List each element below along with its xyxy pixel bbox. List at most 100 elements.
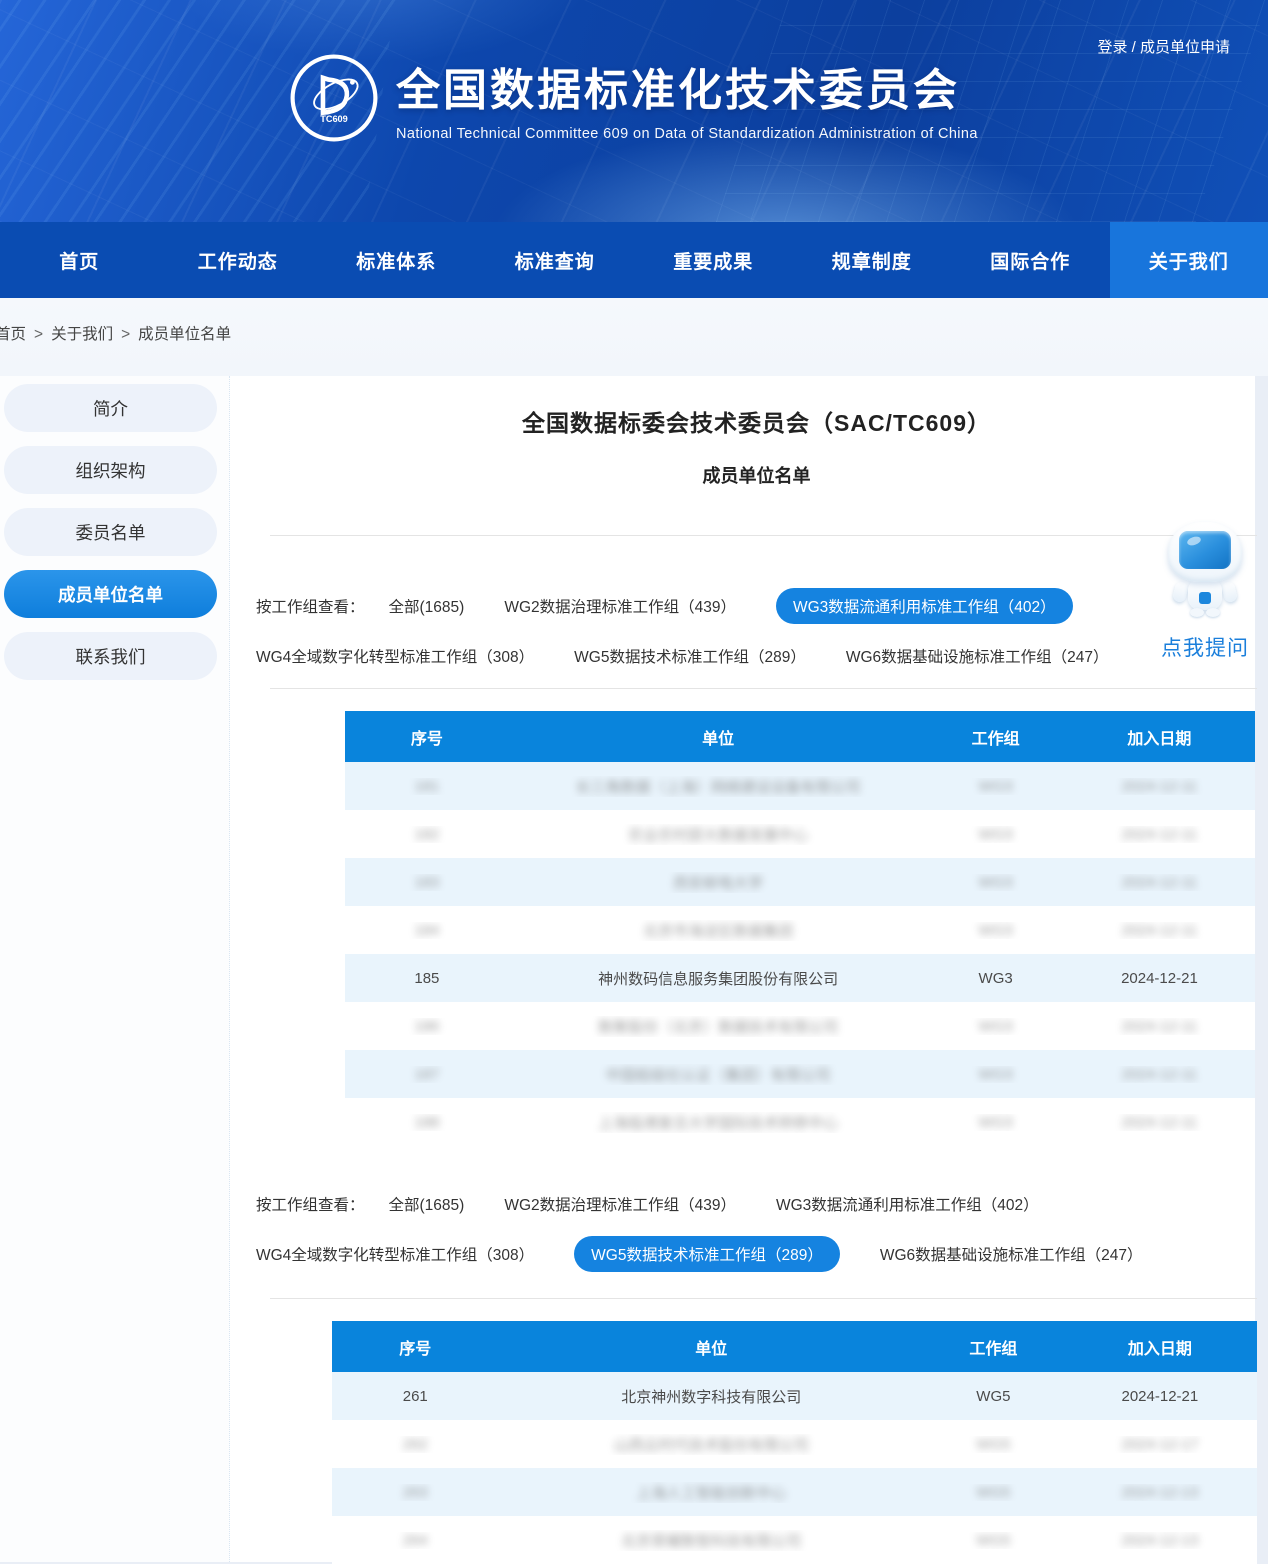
cell-workgroup: WG3 [927,1114,1064,1131]
breadcrumb-member-units: 成员单位名单 [138,326,231,343]
filter-label: 按工作组查看： [256,595,365,617]
breadcrumb-home[interactable]: 首页 [0,326,26,343]
nav-item-standard-system[interactable]: 标准体系 [317,222,476,298]
table-row: 185 神州数码信息服务集团股份有限公司 WG3 2024-12-21 [345,954,1255,1002]
col-header-index: 序号 [345,725,509,749]
filter-wg3[interactable]: WG3数据流通利用标准工作组（402） [776,1186,1039,1222]
cell-workgroup: WG3 [927,922,1064,939]
table-row: 186 数聚股份（北京）数据技术有限公司 WG3 2024-12-11 [345,1002,1255,1050]
cell-join-date: 2024-12-11 [1064,826,1255,843]
cell-workgroup: WG3 [927,874,1064,891]
filter-wg2[interactable]: WG2数据治理标准工作组（439） [504,1186,736,1222]
cell-index: 262 [332,1436,499,1453]
table-row: 181 长三角数据（上海）网络建设设备有限公司 WG3 2024-12-11 [345,762,1255,810]
page-subtitle: 成员单位名单 [256,462,1257,488]
filter-all[interactable]: 全部(1685) [389,588,465,624]
cell-index: 185 [345,970,509,987]
col-header-unit: 单位 [499,1335,925,1359]
sidebar-item-contact[interactable]: 联系我们 [4,632,217,680]
filter-wg5[interactable]: WG5数据技术标准工作组（289） [574,1236,840,1272]
cell-workgroup: WG3 [927,1018,1064,1035]
nav-item-regulations[interactable]: 规章制度 [793,222,952,298]
assistant-robot-icon[interactable] [1164,522,1246,622]
filter-group-wg3: 按工作组查看： 全部(1685) WG2数据治理标准工作组（439） WG3数据… [256,588,1257,674]
table-row: 261 北京神州数字科技有限公司 WG5 2024-12-21 [332,1372,1257,1420]
filter-all[interactable]: 全部(1685) [389,1186,465,1222]
nav-item-home[interactable]: 首页 [0,222,159,298]
cell-join-date: 2024-12-21 [1063,1388,1257,1405]
cell-unit: 中国船级社认证（集团）有限公司 [509,1064,928,1085]
table-body: 181 长三角数据（上海）网络建设设备有限公司 WG3 2024-12-11 1… [345,762,1255,1146]
cell-join-date: 2024-12-17 [1063,1436,1257,1453]
cell-join-date: 2024-12-11 [1064,1066,1255,1083]
col-header-workgroup: 工作组 [927,725,1064,749]
col-header-workgroup: 工作组 [924,1335,1063,1359]
cell-index: 188 [345,1114,509,1131]
breadcrumb-band: 首页>关于我们>成员单位名单 [0,298,1268,376]
filter-wg4[interactable]: WG4全域数字化转型标准工作组（308） [256,638,534,674]
table-row: 182 农业农村部大数据发展中心 WG3 2024-12-11 [345,810,1255,858]
brand: TC609 全国数据标准化技术委员会 National Technical Co… [288,52,978,144]
table-row: 183 西安邮电大学 WG3 2024-12-11 [345,858,1255,906]
sidebar-item-org-structure[interactable]: 组织架构 [4,446,217,494]
cell-workgroup: WG5 [924,1436,1063,1453]
cell-join-date: 2024-12-11 [1064,1018,1255,1035]
cell-unit: 上海人工智能创新中心 [499,1482,925,1503]
table-row: 262 山西云时代技术股份有限公司 WG5 2024-12-17 [332,1420,1257,1468]
cell-join-date: 2024-12-13 [1063,1532,1257,1549]
cell-workgroup: WG3 [927,970,1064,987]
cell-index: 264 [332,1532,499,1549]
login-link[interactable]: 登录 / 成员单位申请 [1097,36,1230,57]
table-row: 184 北京市海淀区数据集团 WG3 2024-12-11 [345,906,1255,954]
content: 简介 组织架构 委员名单 成员单位名单 联系我们 全国数据标委会技术委员会（SA… [0,376,1255,1562]
cell-unit: 北京荣耀数智科技有限公司 [499,1530,925,1551]
nav-item-work-news[interactable]: 工作动态 [159,222,318,298]
cell-index: 187 [345,1066,509,1083]
member-table-wg3: 序号 单位 工作组 加入日期 181 长三角数据（上海）网络建设设备有限公司 W… [345,711,1255,1146]
cell-join-date: 2024-12-11 [1064,874,1255,891]
cell-workgroup: WG5 [924,1532,1063,1549]
page-title: 全国数据标委会技术委员会（SAC/TC609） [256,404,1257,438]
sidebar-item-intro[interactable]: 简介 [4,384,217,432]
nav-item-standard-search[interactable]: 标准查询 [476,222,635,298]
divider [270,535,1257,536]
cell-join-date: 2024-12-11 [1064,922,1255,939]
breadcrumb-about[interactable]: 关于我们 [51,326,113,343]
sidebar-item-member-units[interactable]: 成员单位名单 [4,570,217,618]
filter-wg4[interactable]: WG4全域数字化转型标准工作组（308） [256,1236,534,1272]
cell-unit: 数聚股份（北京）数据技术有限公司 [509,1016,928,1037]
table-body: 261 北京神州数字科技有限公司 WG5 2024-12-21 262 山西云时… [332,1372,1257,1564]
logo-code: TC609 [320,114,348,124]
cell-join-date: 2024-12-21 [1064,970,1255,987]
cell-index: 181 [345,778,509,795]
divider [270,1298,1257,1299]
cell-workgroup: WG3 [927,826,1064,843]
cell-index: 263 [332,1484,499,1501]
filter-wg5[interactable]: WG5数据技术标准工作组（289） [574,638,806,674]
filter-wg3[interactable]: WG3数据流通利用标准工作组（402） [776,588,1073,624]
breadcrumb-separator: > [34,326,43,343]
table-row: 187 中国船级社认证（集团）有限公司 WG3 2024-12-11 [345,1050,1255,1098]
nav-item-about-us[interactable]: 关于我们 [1110,222,1268,298]
sidebar: 简介 组织架构 委员名单 成员单位名单 联系我们 [0,376,230,1562]
sidebar-item-committee-members[interactable]: 委员名单 [4,508,217,556]
cell-workgroup: WG3 [927,1066,1064,1083]
filter-label: 按工作组查看： [256,1193,365,1215]
cell-index: 186 [345,1018,509,1035]
cell-join-date: 2024-12-11 [1064,778,1255,795]
table-row: 263 上海人工智能创新中心 WG5 2024-12-13 [332,1468,1257,1516]
site-title-en: National Technical Committee 609 on Data… [396,126,978,142]
assistant-widget: 点我提问 [1157,522,1253,662]
cell-index: 261 [332,1388,499,1405]
breadcrumb: 首页>关于我们>成员单位名单 [0,322,1268,344]
filter-wg2[interactable]: WG2数据治理标准工作组（439） [504,588,736,624]
assistant-label[interactable]: 点我提问 [1157,632,1253,662]
main-nav: 首页 工作动态 标准体系 标准查询 重要成果 规章制度 国际合作 关于我们 [0,222,1268,298]
col-header-join-date: 加入日期 [1063,1335,1257,1359]
filter-wg6[interactable]: WG6数据基础设施标准工作组（247） [846,638,1109,674]
cell-unit: 北京市海淀区数据集团 [509,920,928,941]
filter-wg6[interactable]: WG6数据基础设施标准工作组（247） [880,1236,1143,1272]
nav-item-intl-cooperation[interactable]: 国际合作 [951,222,1110,298]
table-header: 序号 单位 工作组 加入日期 [332,1321,1257,1372]
nav-item-achievements[interactable]: 重要成果 [634,222,793,298]
